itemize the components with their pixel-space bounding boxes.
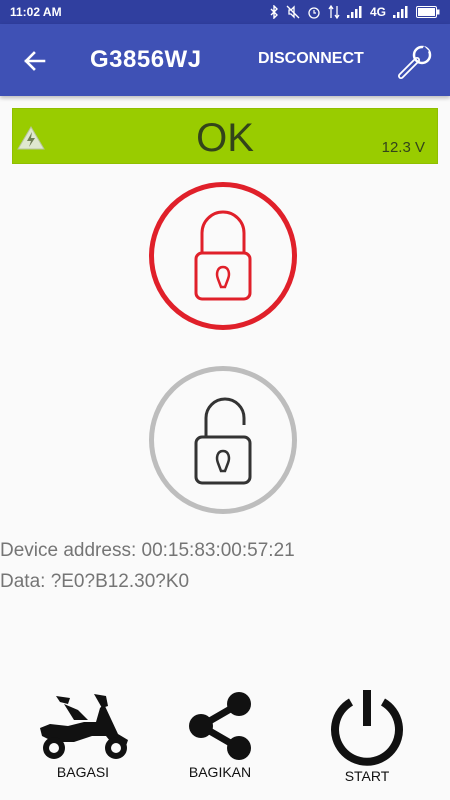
lock-button[interactable] (149, 182, 297, 330)
bagasi-button[interactable]: BAGASI (34, 690, 132, 780)
share-icon (189, 692, 251, 760)
device-data: Data: ?E0?B12.30?K0 (0, 571, 190, 592)
mute-icon (286, 5, 300, 19)
bagikan-label: BAGIKAN (188, 764, 252, 780)
bagikan-button[interactable]: BAGIKAN (183, 690, 257, 780)
status-text: OK (196, 116, 254, 160)
start-button[interactable]: START (326, 686, 408, 784)
voltage-value: 12.3 V (381, 139, 425, 156)
network-type: 4G (369, 5, 386, 19)
scooter-icon (40, 694, 128, 759)
back-arrow-icon[interactable] (18, 44, 52, 78)
power-icon (331, 690, 403, 766)
bluetooth-icon (270, 5, 278, 19)
signal-icon (346, 6, 362, 18)
bagasi-label: BAGASI (56, 764, 110, 780)
status-icons: 4G (269, 5, 440, 19)
start-label: START (344, 768, 390, 784)
unlocked-padlock-icon (194, 397, 252, 485)
alarm-icon (308, 7, 320, 19)
device-address: Device address: 00:15:83:00:57:21 (0, 540, 295, 561)
wrench-icon[interactable] (395, 42, 435, 82)
status-time: 11:02 AM (10, 5, 62, 19)
disconnect-button[interactable]: DISCONNECT (258, 50, 364, 68)
device-title: G3856WJ (90, 46, 202, 73)
status-panel: OK 12.3 V (12, 108, 438, 164)
battery-icon (416, 6, 440, 18)
locked-padlock-icon (194, 210, 252, 301)
status-bar: 11:02 AM 4G (0, 0, 450, 24)
signal-icon-2 (393, 6, 408, 18)
unlock-button[interactable] (149, 366, 297, 514)
app-bar: G3856WJ DISCONNECT (0, 24, 450, 96)
data-arrows-icon (328, 5, 340, 19)
